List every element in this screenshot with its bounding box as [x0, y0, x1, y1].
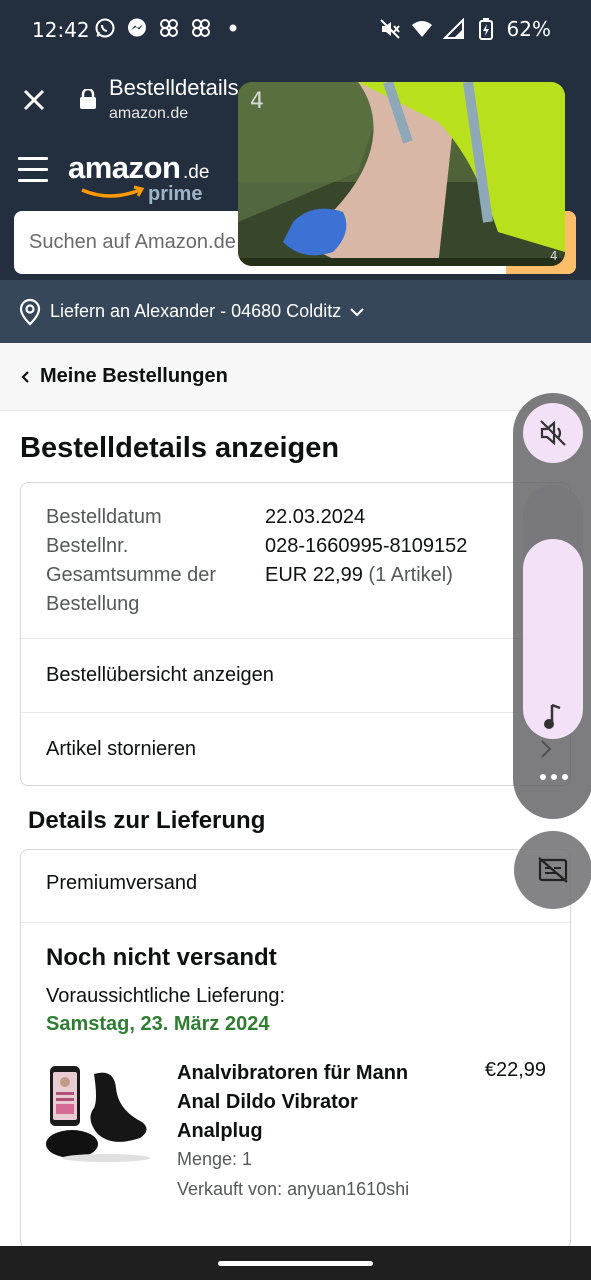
captions-off-icon — [538, 857, 568, 883]
menu-button[interactable] — [18, 157, 50, 185]
svg-text:4: 4 — [550, 249, 558, 263]
location-pin-icon — [19, 298, 41, 325]
order-total-value-group: EUR 22,99 (1 Artikel) — [265, 561, 453, 590]
volume-level — [523, 539, 583, 739]
volume-off-icon — [540, 420, 566, 446]
shipment-status: Noch nicht versandt — [46, 944, 277, 971]
estimated-delivery-label: Voraussichtliche Lieferung: — [46, 985, 286, 1007]
dot-icon — [222, 17, 244, 39]
shipping-method: Premiumversand — [46, 872, 198, 894]
close-icon — [23, 89, 45, 111]
mute-toggle-button[interactable] — [523, 403, 583, 463]
music-note-icon — [544, 703, 561, 729]
estimated-delivery-date: Samstag, 23. März 2024 — [46, 1013, 270, 1035]
order-date-label: Bestelldatum — [46, 506, 162, 528]
order-date-value: 22.03.2024 — [265, 506, 366, 528]
channel-4-logo-icon: 4 — [250, 89, 264, 114]
amazon-logo[interactable]: amazon .de prime — [68, 150, 218, 208]
logo-prime: prime — [148, 183, 203, 205]
delivery-heading: Details zur Lieferung — [28, 807, 266, 834]
logo-tld: .de — [183, 162, 210, 183]
pinwheel-icon — [158, 17, 180, 39]
order-number-label: Bestellnr. — [46, 535, 129, 557]
messenger-icon — [126, 17, 148, 39]
volume-panel — [513, 393, 591, 819]
product-image[interactable] — [46, 1062, 154, 1166]
hamburger-icon — [18, 157, 48, 160]
order-summary-card: Bestelldatum 22.03.2024 Bestellnr. 028-1… — [20, 482, 571, 786]
lock-icon — [79, 87, 97, 109]
product-quantity: Menge: 1 — [177, 1149, 253, 1169]
whatsapp-icon — [94, 17, 116, 39]
cancel-items-link[interactable]: Artikel stornieren — [21, 712, 570, 786]
live-caption-button[interactable] — [514, 831, 591, 909]
order-summary-label: Bestellübersicht anzeigen — [46, 664, 274, 686]
video-frame: 4 4 — [238, 82, 565, 266]
breadcrumb-label: Meine Bestellungen — [40, 365, 228, 387]
volume-slider[interactable] — [523, 485, 583, 739]
product-seller: Verkauft von: anyuan1610shi — [177, 1179, 410, 1199]
divider — [21, 922, 570, 923]
signal-icon — [442, 18, 465, 40]
product-price: €22,99 — [484, 1059, 546, 1081]
order-number-row: Bestellnr. 028-1660995-8109152 — [46, 532, 566, 561]
status-bar: 12:42 62% — [0, 0, 591, 60]
order-summary-link[interactable]: Bestellübersicht anzeigen — [21, 638, 570, 712]
shipment-card: Premiumversand Noch nicht versandt Vorau… — [20, 849, 571, 1249]
product-title-link[interactable]: Analvibratoren für Mann Anal Dildo Vibra… — [177, 1059, 427, 1146]
smile-arrow-icon — [81, 185, 145, 198]
order-total-row: Gesamtsumme der Bestellung EUR 22,99 (1 … — [46, 561, 566, 619]
page-title: Bestelldetails anzeigen — [20, 432, 340, 464]
navigation-bar — [0, 1246, 591, 1280]
order-number-value: 028-1660995-8109152 — [265, 535, 468, 557]
more-options-icon[interactable] — [540, 774, 568, 780]
battery-icon — [475, 18, 497, 40]
system-icons: 62% — [379, 17, 551, 41]
tab-title: Bestelldetails — [109, 75, 239, 100]
deliver-to-bar[interactable]: Liefern an Alexander - 04680 Colditz — [0, 280, 591, 343]
status-time: 12:42 — [32, 18, 90, 42]
order-item-count: (1 Artikel) — [368, 564, 453, 586]
deliver-to-label: Liefern an Alexander - 04680 Colditz — [50, 301, 342, 321]
order-total-label: Gesamtsumme der Bestellung — [46, 564, 217, 615]
tab-domain: amazon.de — [109, 105, 189, 122]
wifi-icon — [411, 18, 433, 40]
pip-video-overlay[interactable]: 4 4 — [238, 82, 565, 266]
order-info: Bestelldatum 22.03.2024 Bestellnr. 028-1… — [46, 503, 566, 619]
home-gesture-handle[interactable] — [218, 1261, 373, 1266]
chevron-down-icon — [350, 307, 364, 316]
chevron-left-icon — [21, 370, 29, 383]
notification-icons — [94, 17, 244, 39]
pinwheel-icon — [190, 17, 212, 39]
order-total-value: EUR 22,99 — [265, 564, 363, 586]
cancel-items-label: Artikel stornieren — [46, 738, 197, 760]
logo-text: amazon — [68, 150, 181, 185]
breadcrumb[interactable]: Meine Bestellungen — [0, 343, 591, 411]
order-date-row: Bestelldatum 22.03.2024 — [46, 503, 566, 532]
close-tab-button[interactable] — [20, 86, 48, 114]
battery-percent: 62% — [506, 17, 551, 41]
mute-icon — [379, 18, 401, 40]
